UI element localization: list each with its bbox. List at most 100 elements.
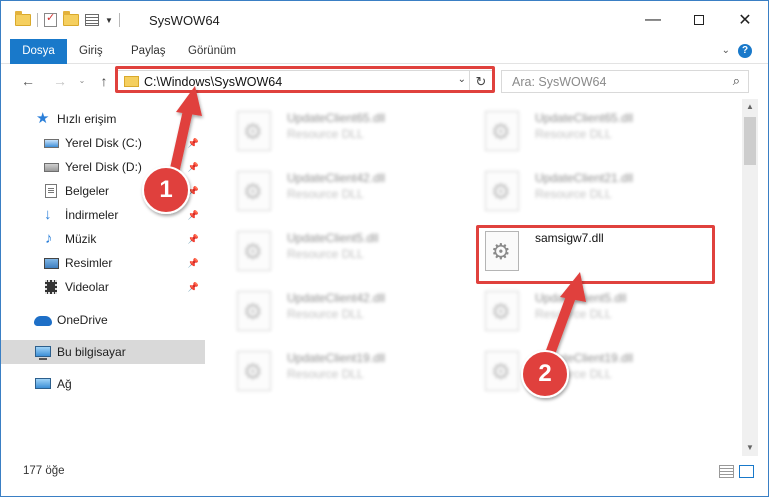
pin-icon[interactable]: 📌 [188, 155, 199, 179]
search-placeholder: Ara: SysWOW64 [512, 75, 607, 89]
up-button[interactable]: ↑ [95, 72, 113, 90]
large-icons-view-icon[interactable] [739, 465, 754, 478]
file-name: UpdateClient65.dll [287, 111, 386, 125]
file-name: UpdateClient21.dll [535, 171, 634, 185]
navigation-bar: ← → ⌄ ↑ C:\Windows\SysWOW64 ⌄ ↻ Ara: Sys… [1, 65, 768, 99]
pin-icon[interactable]: 📌 [188, 251, 199, 275]
item-count: 177 öğe [23, 465, 65, 477]
dll-file-icon [237, 351, 271, 391]
file-item[interactable]: UpdateClient19.dll Resource DLL [467, 345, 707, 397]
file-type: Resource DLL [287, 307, 364, 321]
properties-icon[interactable] [44, 11, 57, 27]
sidebar-item-documents[interactable]: Belgeler 📌 [1, 179, 205, 203]
music-icon: ♪ [45, 230, 53, 247]
vertical-scrollbar[interactable]: ▲ ▼ [742, 99, 758, 456]
network-icon [35, 378, 51, 389]
sidebar-item-onedrive[interactable]: OneDrive [1, 308, 205, 332]
folder-icon [15, 11, 31, 26]
tab-home[interactable]: Giriş [79, 39, 103, 64]
sidebar-item-network[interactable]: Ağ [1, 372, 205, 396]
maximize-button[interactable] [676, 1, 722, 39]
tab-file[interactable]: Dosya [10, 39, 67, 64]
file-item[interactable]: UpdateClient42.dll Resource DLL [219, 165, 459, 217]
sidebar-item-quick-access[interactable]: ★ Hızlı erişim [1, 107, 205, 131]
sidebar-item-label: OneDrive [57, 313, 108, 327]
dll-file-icon [485, 231, 519, 271]
toolbar-separator [37, 13, 38, 27]
dll-file-icon [237, 111, 271, 151]
drive-icon [44, 139, 59, 148]
sidebar-item-music[interactable]: ♪ Müzik 📌 [1, 227, 205, 251]
file-item[interactable]: UpdateClient5.dll Resource DLL [219, 225, 459, 277]
expand-ribbon-icon[interactable]: ⌄ [722, 45, 730, 56]
file-item[interactable]: UpdateClient5.dll Resource DLL [467, 285, 707, 337]
dll-file-icon [485, 111, 519, 151]
videos-icon [45, 280, 57, 294]
folder-icon [124, 76, 139, 87]
file-type: Resource DLL [287, 367, 364, 381]
onedrive-icon [34, 316, 52, 326]
pin-icon[interactable]: 📌 [188, 275, 199, 299]
drive-icon [44, 163, 59, 172]
tab-view[interactable]: Görünüm [188, 39, 236, 64]
address-path[interactable]: C:\Windows\SysWOW64 [144, 75, 282, 89]
customize-icon[interactable] [85, 14, 99, 26]
file-item[interactable]: UpdateClient42.dll Resource DLL [219, 285, 459, 337]
file-name: samsigw7.dll [535, 231, 604, 245]
back-button[interactable]: ← [19, 72, 37, 90]
address-bar[interactable]: C:\Windows\SysWOW64 ⌄ ↻ [117, 70, 493, 93]
pin-icon[interactable]: 📌 [188, 203, 199, 227]
file-item-samsigw7[interactable]: samsigw7.dll [467, 225, 707, 277]
tab-share[interactable]: Paylaş [131, 39, 166, 64]
sidebar-item-label: Belgeler [65, 184, 110, 198]
pin-icon[interactable]: 📌 [188, 131, 199, 155]
scroll-down-icon[interactable]: ▼ [742, 440, 758, 456]
scroll-thumb[interactable] [744, 117, 756, 165]
sidebar-item-label: Resimler [65, 256, 113, 270]
minimize-button[interactable]: — [630, 1, 676, 39]
sidebar-item-label: Ağ [57, 377, 72, 391]
quick-access-toolbar: ▼ [15, 11, 120, 27]
file-name: UpdateClient19.dll [535, 351, 634, 365]
customize-dropdown-icon[interactable]: ▼ [105, 16, 113, 25]
file-name: UpdateClient5.dll [287, 231, 379, 245]
sidebar-item-label: Yerel Disk (C:) [65, 136, 142, 150]
recent-locations-button[interactable]: ⌄ [73, 72, 91, 90]
file-item[interactable]: UpdateClient65.dll Resource DLL [219, 105, 459, 157]
sidebar-item-local-disk-d[interactable]: Yerel Disk (D:) 📌 [1, 155, 205, 179]
scroll-up-icon[interactable]: ▲ [742, 99, 758, 115]
sidebar-item-label: Hızlı erişim [57, 112, 117, 126]
close-button[interactable]: ✕ [722, 1, 768, 39]
pin-icon[interactable]: 📌 [188, 179, 199, 203]
file-item[interactable]: UpdateClient65.dll Resource DLL [467, 105, 707, 157]
dll-file-icon [237, 171, 271, 211]
sidebar-item-label: Bu bilgisayar [57, 345, 126, 359]
file-type: Resource DLL [535, 187, 612, 201]
refresh-button[interactable]: ↻ [469, 71, 492, 92]
file-type: Resource DLL [287, 187, 364, 201]
details-view-icon[interactable] [719, 465, 734, 478]
forward-button[interactable]: → [51, 72, 69, 90]
file-type: Resource DLL [287, 247, 364, 261]
status-bar: 177 öğe [1, 459, 768, 484]
sidebar-item-label: Videolar [65, 280, 109, 294]
sidebar-item-videos[interactable]: Videolar 📌 [1, 275, 205, 299]
new-folder-icon[interactable] [63, 11, 79, 26]
sidebar-item-local-disk-c[interactable]: Yerel Disk (C:) 📌 [1, 131, 205, 155]
file-item[interactable]: UpdateClient21.dll Resource DLL [467, 165, 707, 217]
file-item[interactable]: UpdateClient19.dll Resource DLL [219, 345, 459, 397]
search-input[interactable]: Ara: SysWOW64 ⌕ [501, 70, 749, 93]
help-icon[interactable]: ? [738, 44, 752, 58]
star-icon: ★ [36, 110, 50, 127]
file-type: Resource DLL [535, 367, 612, 381]
sidebar-item-pictures[interactable]: Resimler 📌 [1, 251, 205, 275]
title-bar: ▼ SysWOW64 — ✕ [1, 1, 768, 39]
sidebar-item-this-pc[interactable]: Bu bilgisayar [1, 340, 205, 364]
pin-icon[interactable]: 📌 [188, 227, 199, 251]
address-dropdown-icon[interactable]: ⌄ [458, 74, 466, 85]
sidebar-item-downloads[interactable]: ↓ İndirmeler 📌 [1, 203, 205, 227]
search-icon[interactable]: ⌕ [733, 73, 740, 89]
dll-file-icon [485, 291, 519, 331]
computer-icon [35, 346, 51, 360]
explorer-window: ▼ SysWOW64 — ✕ Dosya Giriş Paylaş Görünü… [0, 0, 769, 497]
